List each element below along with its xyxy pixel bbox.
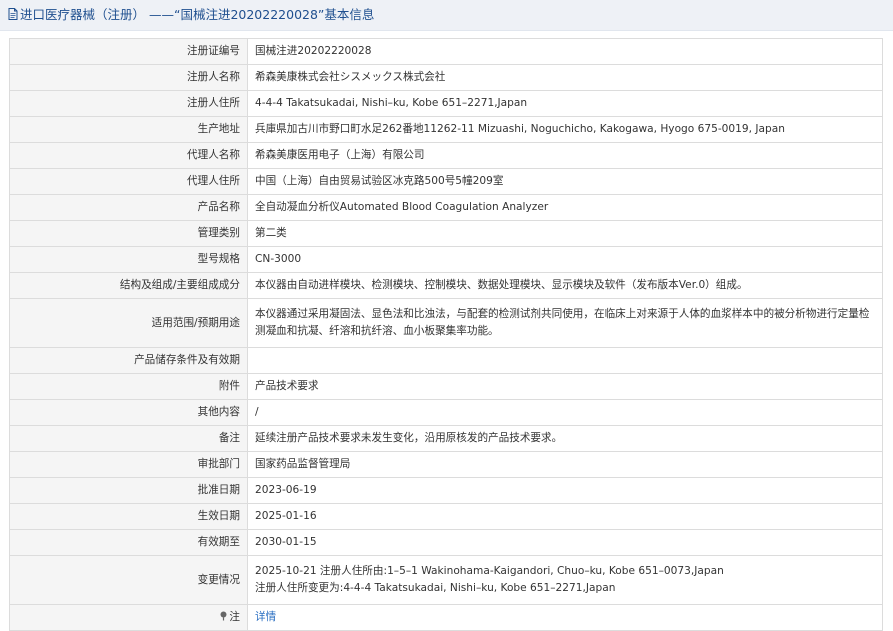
table-row: 其他内容 /	[9, 399, 883, 426]
row-label: 生产地址	[9, 116, 248, 143]
row-label: 代理人名称	[9, 142, 248, 169]
table-row: 管理类别 第二类	[9, 220, 883, 247]
row-label: 注册人名称	[9, 64, 248, 91]
row-label: 产品储存条件及有效期	[9, 347, 248, 374]
row-label: 适用范围/预期用途	[9, 298, 248, 348]
row-value: 希森美康株式会社シスメックス株式会社	[247, 64, 883, 91]
row-value: 2025-10-21 注册人住所由:1–5–1 Wakinohama-Kaiga…	[247, 555, 883, 605]
row-label: 代理人住所	[9, 168, 248, 195]
row-label: 附件	[9, 373, 248, 400]
document-icon	[8, 1, 18, 31]
table-row: 备注 延续注册产品技术要求未发生变化，沿用原核发的产品技术要求。	[9, 425, 883, 452]
table-row: 注册证编号 国械注进20202220028	[9, 38, 883, 65]
row-label: 批准日期	[9, 477, 248, 504]
row-value: 第二类	[247, 220, 883, 247]
note-label: 注	[229, 610, 240, 623]
table-row: 代理人住所 中国（上海）自由贸易试验区冰克路500号5幢209室	[9, 168, 883, 195]
table-row: 附件 产品技术要求	[9, 373, 883, 400]
row-label: 有效期至	[9, 529, 248, 556]
details-link[interactable]: 详情	[255, 611, 276, 623]
table-row: 注 详情	[9, 604, 883, 631]
row-value	[247, 347, 883, 374]
page-title: 进口医疗器械（注册） ——“国械注进20202220028”基本信息	[20, 7, 375, 22]
row-value: 4-4-4 Takatsukadai, Nishi–ku, Kobe 651–2…	[247, 90, 883, 117]
table-row: 注册人住所 4-4-4 Takatsukadai, Nishi–ku, Kobe…	[9, 90, 883, 117]
row-value: 延续注册产品技术要求未发生变化，沿用原核发的产品技术要求。	[247, 425, 883, 452]
table-row: 有效期至 2030-01-15	[9, 529, 883, 556]
change-line-1: 2025-10-21 注册人住所由:1–5–1 Wakinohama-Kaiga…	[255, 565, 724, 577]
row-value: 详情	[247, 604, 883, 631]
row-label: 其他内容	[9, 399, 248, 426]
table-row: 型号规格 CN-3000	[9, 246, 883, 273]
table-row: 产品储存条件及有效期	[9, 347, 883, 374]
row-value: 中国（上海）自由贸易试验区冰克路500号5幢209室	[247, 168, 883, 195]
table-row: 审批部门 国家药品监督管理局	[9, 451, 883, 478]
row-value: 本仪器通过采用凝固法、显色法和比浊法，与配套的检测试剂共同使用，在临床上对来源于…	[247, 298, 883, 348]
pin-icon	[219, 610, 228, 627]
table-row: 结构及组成/主要组成成分 本仪器由自动进样模块、检测模块、控制模块、数据处理模块…	[9, 272, 883, 299]
row-value: 国家药品监督管理局	[247, 451, 883, 478]
table-row: 产品名称 全自动凝血分析仪Automated Blood Coagulation…	[9, 194, 883, 221]
row-label: 型号规格	[9, 246, 248, 273]
row-value: 2030-01-15	[247, 529, 883, 556]
table-row: 生产地址 兵庫県加古川市野口町水足262番地11262-11 Mizuashi,…	[9, 116, 883, 143]
page-header: 进口医疗器械（注册） ——“国械注进20202220028”基本信息	[0, 0, 893, 31]
row-value: 2023-06-19	[247, 477, 883, 504]
info-table: 注册证编号 国械注进20202220028 注册人名称 希森美康株式会社シスメッ…	[9, 38, 883, 631]
row-label: 管理类别	[9, 220, 248, 247]
row-value: 产品技术要求	[247, 373, 883, 400]
row-label: 生效日期	[9, 503, 248, 530]
row-value: 希森美康医用电子（上海）有限公司	[247, 142, 883, 169]
row-label: 变更情况	[9, 555, 248, 605]
row-label-note: 注	[9, 604, 248, 631]
change-line-2: 注册人住所变更为:4-4-4 Takatsukadai, Nishi–ku, K…	[255, 582, 616, 594]
row-value: 本仪器由自动进样模块、检测模块、控制模块、数据处理模块、显示模块及软件（发布版本…	[247, 272, 883, 299]
row-value: /	[247, 399, 883, 426]
table-row: 生效日期 2025-01-16	[9, 503, 883, 530]
table-row: 批准日期 2023-06-19	[9, 477, 883, 504]
row-label: 审批部门	[9, 451, 248, 478]
row-label: 注册证编号	[9, 38, 248, 65]
row-label: 产品名称	[9, 194, 248, 221]
table-row: 适用范围/预期用途 本仪器通过采用凝固法、显色法和比浊法，与配套的检测试剂共同使…	[9, 298, 883, 348]
table-row: 变更情况 2025-10-21 注册人住所由:1–5–1 Wakinohama-…	[9, 555, 883, 605]
row-value: CN-3000	[247, 246, 883, 273]
row-value: 全自动凝血分析仪Automated Blood Coagulation Anal…	[247, 194, 883, 221]
table-row: 注册人名称 希森美康株式会社シスメックス株式会社	[9, 64, 883, 91]
row-value: 国械注进20202220028	[247, 38, 883, 65]
row-value: 兵庫県加古川市野口町水足262番地11262-11 Mizuashi, Nogu…	[247, 116, 883, 143]
row-label: 备注	[9, 425, 248, 452]
table-row: 代理人名称 希森美康医用电子（上海）有限公司	[9, 142, 883, 169]
row-label: 注册人住所	[9, 90, 248, 117]
row-value: 2025-01-16	[247, 503, 883, 530]
row-label: 结构及组成/主要组成成分	[9, 272, 248, 299]
